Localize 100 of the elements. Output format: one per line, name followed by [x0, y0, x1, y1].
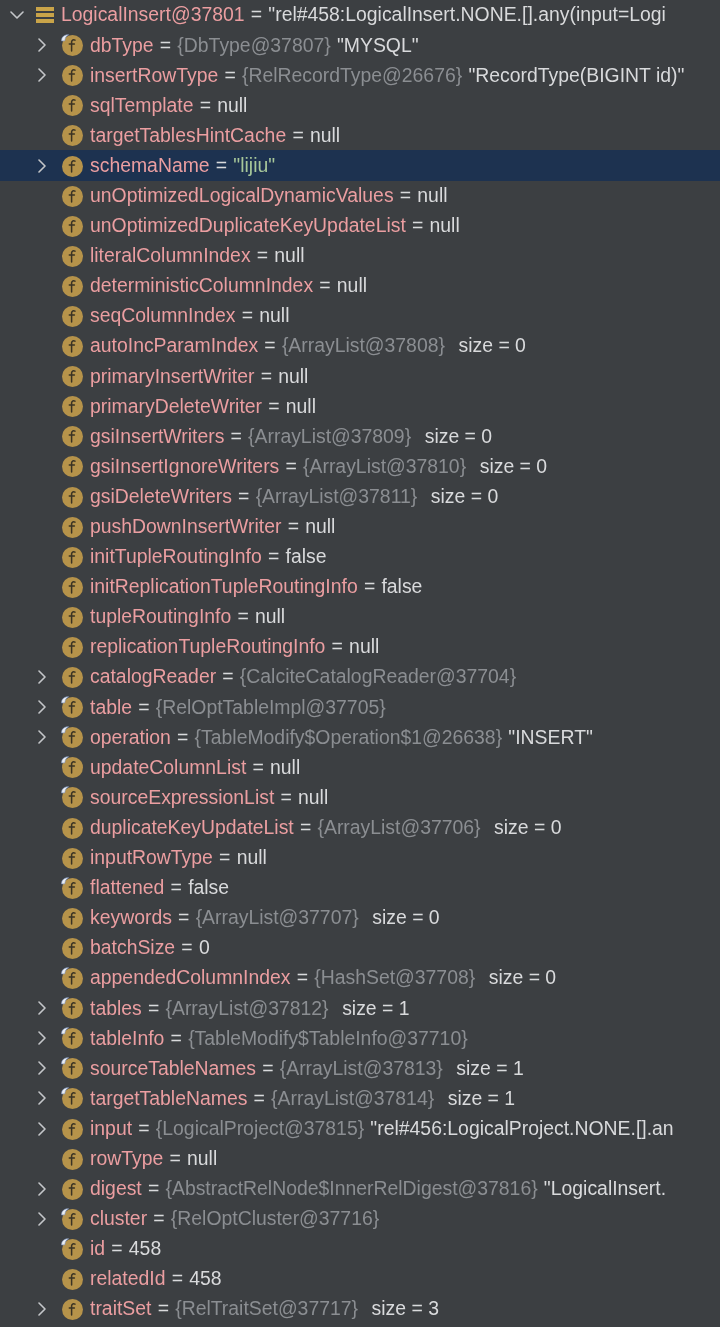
tree-row[interactable]: gsiInsertIgnoreWriters = {ArrayList@37810} size = 0 — [0, 451, 720, 482]
tree-row[interactable]: LogicalInsert@37801 = "rel#458:LogicalInsert.NONE.[].any(input=Logi — [0, 0, 720, 31]
equals-sign: = — [252, 755, 264, 780]
chevron-right-icon[interactable] — [38, 68, 46, 83]
field-name: gsiInsertIgnoreWriters — [90, 454, 280, 479]
tree-row[interactable]: initReplicationTupleRoutingInfo = false — [0, 571, 720, 602]
object-value: "rel#458:LogicalInsert.NONE.[].any(input=Logi — [268, 3, 666, 27]
tree-row[interactable]: primaryDeleteWriter = null — [0, 391, 720, 422]
tree-row[interactable]: autoIncParamIndex = {ArrayList@37808} size = 0 — [0, 331, 720, 362]
field-value: null — [417, 183, 448, 208]
field-name: flattened — [90, 876, 165, 900]
tree-row[interactable]: literalColumnIndex = null — [0, 240, 720, 271]
chevron-right-icon[interactable] — [38, 1181, 46, 1196]
field-value: null — [298, 785, 329, 810]
chevron-right-icon[interactable] — [38, 1001, 46, 1016]
tree-row[interactable]: operation = {TableModify$Operation$1@26638} "INSERT" — [0, 722, 720, 753]
equals-sign: = — [157, 1297, 169, 1321]
tree-row[interactable]: batchSize = 0 — [0, 932, 720, 963]
type-reference: {AbstractRelNode$InnerRelDigest@37816} — [165, 1177, 538, 1201]
equals-sign: = — [224, 63, 236, 87]
field-name: tableInfo — [90, 1026, 165, 1050]
field-name: rowType — [90, 1146, 164, 1171]
field-value: 0 — [198, 936, 210, 960]
tree-row[interactable]: dbType = {DbType@37807} "MYSQL" — [0, 30, 720, 61]
tree-row[interactable]: duplicateKeyUpdateList = {ArrayList@37706} size = 0 — [0, 812, 720, 843]
field-name: replicationTupleRoutingInfo — [90, 635, 326, 659]
tree-row[interactable]: insertRowType = {RelRecordType@26676} "RecordType(BIGINT id)" — [0, 60, 720, 91]
tree-row[interactable]: input = {LogicalProject@37815} "rel#456:LogicalProject.NONE.[].an — [0, 1113, 720, 1144]
equals-sign: = — [296, 966, 309, 990]
field-value: size = 0 — [424, 424, 493, 448]
tree-row[interactable]: inputRowType = null — [0, 842, 720, 873]
equals-sign: = — [399, 183, 412, 208]
field-name: dbType — [90, 33, 154, 57]
tree-row[interactable]: primaryInsertWriter = null — [0, 361, 720, 392]
field-name: sourceExpressionList — [90, 785, 275, 810]
tree-row[interactable]: schemaName = "lijiu" — [0, 150, 720, 181]
tree-row[interactable]: unOptimizedLogicalDynamicValues = null — [0, 180, 720, 211]
tree-row[interactable]: sqlTemplate = null — [0, 90, 720, 121]
tree-row[interactable]: initTupleRoutingInfo = false — [0, 541, 720, 572]
chevron-right-icon[interactable] — [38, 730, 46, 745]
tree-row[interactable]: tupleRoutingInfo = null — [0, 601, 720, 632]
chevron-right-icon[interactable] — [38, 1211, 46, 1226]
field-name: primaryDeleteWriter — [90, 394, 263, 418]
type-reference: {RelTraitSet@37717} — [175, 1297, 358, 1321]
type-reference: {RelRecordType@26676} — [242, 63, 463, 87]
type-reference: {ArrayList@37814} — [271, 1086, 435, 1111]
type-reference: {LogicalProject@37815} — [155, 1116, 365, 1141]
tree-row[interactable]: traitSet = {RelTraitSet@37717} size = 3 — [0, 1294, 720, 1325]
type-reference: {ArrayList@37808} — [281, 334, 445, 358]
chevron-right-icon[interactable] — [38, 38, 46, 53]
field-value: "rel#456:LogicalProject.NONE.[].an — [370, 1116, 674, 1141]
tree-row[interactable]: cluster = {RelOptCluster@37716} — [0, 1203, 720, 1234]
tree-row[interactable]: seqColumnIndex = null — [0, 300, 720, 332]
type-reference: {ArrayList@37811} — [255, 484, 418, 509]
field-value: false — [381, 575, 423, 599]
tree-row[interactable]: targetTablesHintCache = null — [0, 120, 720, 151]
equals-sign: = — [238, 484, 250, 509]
chevron-right-icon[interactable] — [38, 1061, 46, 1076]
equals-sign: = — [260, 364, 272, 388]
type-reference: {TableModify$Operation$1@26638} — [194, 725, 503, 749]
tree-row[interactable]: tableInfo = {TableModify$TableInfo@37710} — [0, 1023, 720, 1054]
tree-row[interactable]: sourceExpressionList = null — [0, 782, 720, 813]
tree-row[interactable]: keywords = {ArrayList@37707} size = 0 — [0, 902, 720, 933]
tree-row[interactable]: rowType = null — [0, 1143, 720, 1174]
tree-row[interactable]: relatedId = 458 — [0, 1263, 720, 1295]
tree-row[interactable]: digest = {AbstractRelNode$InnerRelDigest@37816} "LogicalInsert. — [0, 1173, 720, 1204]
tree-row[interactable]: appendedColumnIndex = {HashSet@37708} size = 0 — [0, 963, 720, 994]
chevron-right-icon[interactable] — [38, 158, 46, 173]
field-value: null — [349, 635, 380, 659]
tree-row[interactable]: sourceTableNames = {ArrayList@37813} size = 1 — [0, 1053, 720, 1084]
equals-sign: = — [178, 906, 190, 930]
field-name: tupleRoutingInfo — [90, 605, 232, 629]
field-name: duplicateKeyUpdateList — [90, 815, 294, 840]
chevron-right-icon[interactable] — [38, 1302, 46, 1317]
equals-sign: = — [111, 1237, 123, 1261]
tree-row[interactable]: flattened = false — [0, 872, 720, 903]
field-name: initReplicationTupleRoutingInfo — [90, 575, 358, 599]
chevron-right-icon[interactable] — [38, 1091, 46, 1106]
tree-row[interactable]: pushDownInsertWriter = null — [0, 511, 720, 542]
field-value: size = 1 — [456, 1056, 524, 1080]
tree-row[interactable]: updateColumnList = null — [0, 752, 720, 783]
field-name: id — [90, 1237, 106, 1261]
tree-row[interactable]: gsiDeleteWriters = {ArrayList@37811} size = 0 — [0, 481, 720, 512]
tree-row[interactable]: id = 458 — [0, 1233, 720, 1264]
tree-row[interactable]: gsiInsertWriters = {ArrayList@37809} size = 0 — [0, 421, 720, 452]
field-name: catalogReader — [90, 665, 217, 689]
tree-row[interactable]: targetTableNames = {ArrayList@37814} size = 1 — [0, 1083, 720, 1114]
field-name: pushDownInsertWriter — [90, 515, 282, 539]
tree-row[interactable]: replicationTupleRoutingInfo = null — [0, 631, 720, 663]
chevron-right-icon[interactable] — [38, 1121, 46, 1136]
field-value: size = 1 — [342, 996, 410, 1020]
chevron-right-icon[interactable] — [38, 700, 46, 715]
tree-row[interactable]: catalogReader = {CalciteCatalogReader@37704} — [0, 662, 720, 693]
chevron-right-icon[interactable] — [38, 670, 46, 685]
chevron-down-icon[interactable] — [10, 11, 24, 20]
tree-row[interactable]: deterministicColumnIndex = null — [0, 270, 720, 301]
tree-row[interactable]: table = {RelOptTableImpl@37705} — [0, 692, 720, 723]
chevron-right-icon[interactable] — [38, 1031, 46, 1046]
tree-row[interactable]: tables = {ArrayList@37812} size = 1 — [0, 993, 720, 1024]
tree-row[interactable]: unOptimizedDuplicateKeyUpdateList = null — [0, 210, 720, 241]
